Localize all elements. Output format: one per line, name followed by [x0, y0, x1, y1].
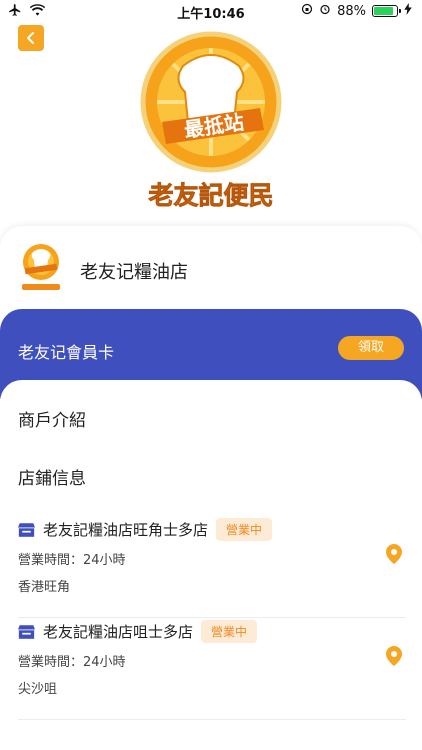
branch-header: 老友記糧油店旺角士多店 營業中	[18, 518, 273, 541]
shop-icon	[18, 624, 35, 639]
location-pin-icon[interactable]	[386, 646, 402, 666]
chevron-left-icon	[27, 32, 34, 44]
branch-hours: 營業時間：24小時	[18, 655, 126, 670]
claim-button[interactable]: 領取	[338, 336, 404, 360]
back-button[interactable]	[18, 25, 44, 51]
membership-title: 老友记會員卡	[18, 343, 115, 362]
branch-item[interactable]: 老友記糧油店旺角士多店 營業中 營業時間：24小時 香港旺角	[18, 518, 406, 618]
alarm-icon	[319, 3, 331, 19]
branch-name: 老友記糧油店咀士多店	[43, 623, 194, 641]
branch-name: 老友記糧油店旺角士多店	[43, 521, 209, 539]
battery-level	[374, 7, 394, 15]
status-badge: 營業中	[201, 620, 258, 643]
store-card: 老友记糧油店	[0, 226, 422, 321]
branch-item[interactable]: 老友記糧油店咀士多店 營業中 營業時間：24小時 尖沙咀	[18, 620, 406, 720]
store-info-heading: 店鋪信息	[18, 469, 86, 489]
branch-address: 香港旺角	[18, 580, 71, 595]
content-panel: 商戶介紹 店鋪信息 老友記糧油店旺角士多店 營業中 營業時間：24小時 香港旺角…	[0, 380, 422, 750]
shop-icon	[18, 522, 35, 537]
battery-icon	[372, 5, 401, 17]
charging-icon	[404, 3, 412, 19]
status-right: 88%	[301, 3, 412, 19]
status-badge: 營業中	[216, 518, 273, 541]
rotation-lock-icon	[301, 3, 313, 19]
merchant-intro-heading[interactable]: 商戶介紹	[18, 406, 86, 431]
brand-logo: 最抵站 老友記便民	[128, 26, 294, 216]
logo-bottom-text: 老友記便民	[148, 181, 273, 210]
store-logo	[18, 242, 64, 294]
location-pin-icon[interactable]	[386, 544, 402, 564]
branch-hours: 營業時間：24小時	[18, 553, 126, 568]
store-name: 老友记糧油店	[80, 262, 188, 283]
branch-header: 老友記糧油店咀士多店 營業中	[18, 620, 258, 643]
battery-percent: 88%	[337, 3, 366, 19]
status-bar: 上午10:46 88%	[0, 0, 422, 22]
branch-address: 尖沙咀	[18, 682, 58, 697]
